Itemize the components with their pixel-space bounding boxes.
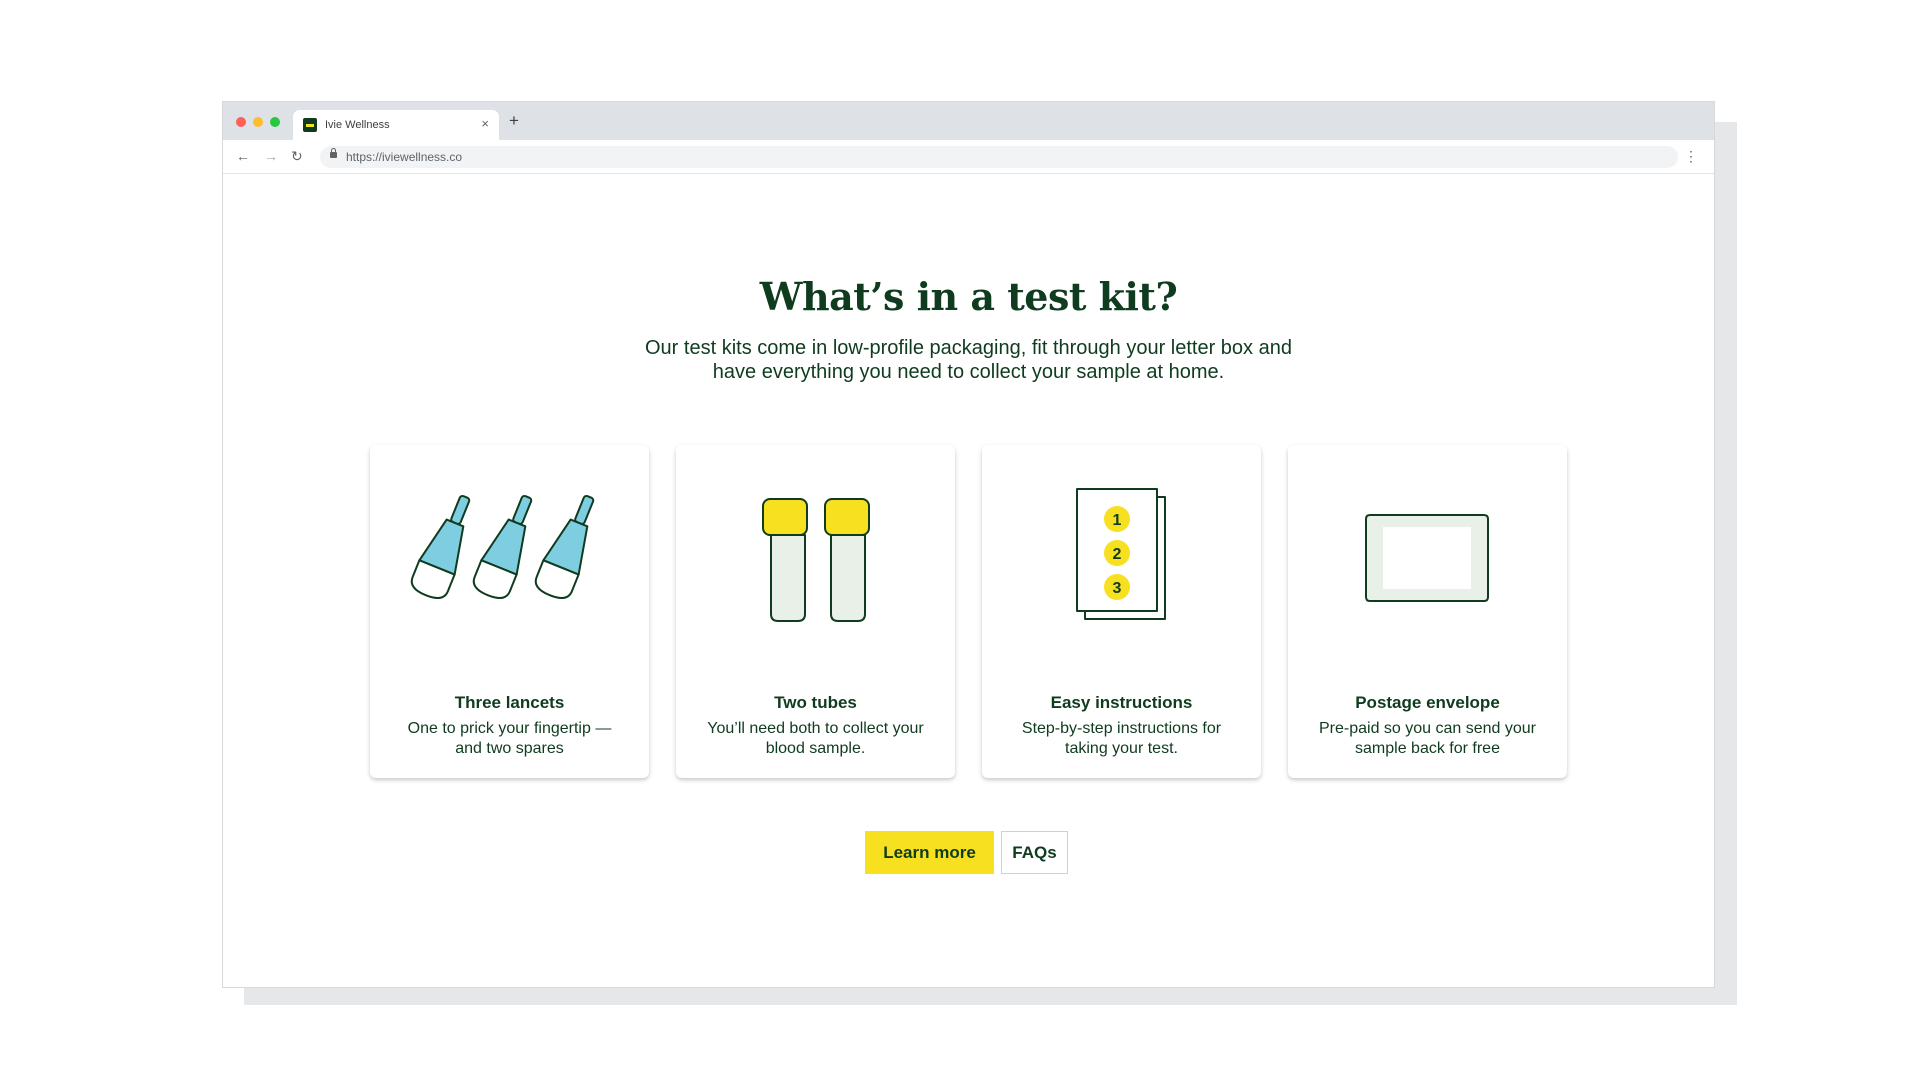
card-description: Pre-paid so you can send your sample bac… [1306,719,1549,759]
card-description: Step-by-step instructions for taking you… [1000,719,1243,759]
reload-icon[interactable]: ↻ [291,148,303,164]
instructions-icon: 1 2 3 [1076,488,1166,620]
new-tab-button[interactable]: + [509,111,519,131]
step-number-3: 3 [1113,580,1122,597]
tab-close-icon[interactable]: × [481,116,489,132]
lock-icon [330,148,337,158]
step-number-1: 1 [1113,512,1122,529]
address-bar[interactable]: https://iviewellness.co [320,146,1678,168]
forward-arrow-icon[interactable]: → [264,148,278,164]
card-title: Two tubes [774,693,857,712]
browser-menu-icon[interactable]: ⋮ [1684,148,1698,164]
tab-bar: Ivie Wellness × + [223,102,1714,140]
card-description-line-2: sample back for free [1355,740,1500,757]
page-subtitle: Our test kits come in low-profile packag… [223,336,1714,384]
card-description: One to prick your fingertip — and two sp… [388,719,631,759]
card-description: You’ll need both to collect your blood s… [694,719,937,759]
card-easy-instructions: 1 2 3 Easy instructions Step-by-step ins… [982,445,1261,778]
card-three-lancets: Three lancets One to prick your fingerti… [370,445,649,778]
browser-toolbar: ← → ↻ https://iviewellness.co ⋮ [223,140,1714,174]
card-description-line-2: taking your test. [1065,740,1178,757]
card-description-line-1: Pre-paid so you can send your [1318,720,1536,737]
card-title: Postage envelope [1355,693,1500,712]
close-window-button[interactable] [236,117,246,127]
tab-ivie-wellness[interactable]: Ivie Wellness × [293,110,499,140]
envelope-icon [1365,514,1489,602]
card-postage-envelope: Postage envelope Pre-paid so you can sen… [1288,445,1567,778]
card-description-line-2: and two spares [455,740,564,757]
subtitle-line-2: have everything you need to collect your… [712,361,1225,383]
faqs-button[interactable]: FAQs [1001,831,1068,874]
card-description-line-1: One to prick your fingertip — [407,720,612,737]
card-title: Three lancets [454,693,565,712]
learn-more-button[interactable]: Learn more [865,831,994,874]
card-title: Easy instructions [1050,693,1193,712]
tab-title: Ivie Wellness [325,119,390,131]
card-description-line-2: blood sample. [765,740,866,757]
minimize-window-button[interactable] [253,117,263,127]
lancets-icon [410,494,595,600]
step-number-2: 2 [1113,546,1122,563]
maximize-window-button[interactable] [270,117,280,127]
browser-window: Ivie Wellness × + ← → ↻ https://iviewell… [222,101,1715,988]
tubes-icon [762,498,870,622]
page-title: What’s in a test kit? [759,274,1178,319]
card-description-line-1: Step-by-step instructions for [1021,720,1222,737]
card-two-tubes: Two tubes You’ll need both to collect yo… [676,445,955,778]
back-arrow-icon[interactable]: ← [236,148,250,164]
subtitle-line-1: Our test kits come in low-profile packag… [645,337,1292,359]
card-description-line-1: You’ll need both to collect your [707,720,924,737]
url-text: https://iviewellness.co [346,150,463,164]
favicon-icon [303,118,317,132]
